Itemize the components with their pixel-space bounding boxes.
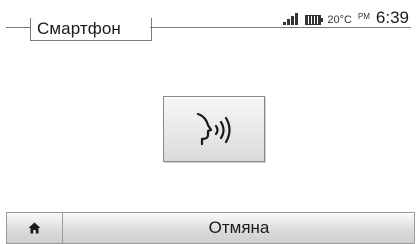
header-divider-left <box>6 27 30 28</box>
status-bar: 20°C PM 6:39 <box>283 8 409 29</box>
voice-recognition-icon <box>196 112 231 146</box>
ampm-indicator: PM <box>357 12 370 21</box>
cancel-button-label: Отмяна <box>208 218 270 237</box>
cancel-button[interactable]: Отмяна <box>64 213 414 243</box>
bottom-bar: Отмяна <box>6 212 415 244</box>
home-icon <box>28 222 41 234</box>
signal-bars-icon <box>283 13 299 25</box>
header-title-tab: Смартфон <box>30 18 152 41</box>
battery-icon <box>305 15 324 25</box>
screen: Смартфон 20°C PM 6:39 Отмяна <box>0 0 417 244</box>
clock-time: 6:39 <box>375 8 409 27</box>
temperature-readout: 20°C <box>327 14 352 26</box>
page-title: Смартфон <box>37 19 121 38</box>
voice-recognition-button[interactable] <box>163 96 265 162</box>
home-button[interactable] <box>7 213 63 243</box>
